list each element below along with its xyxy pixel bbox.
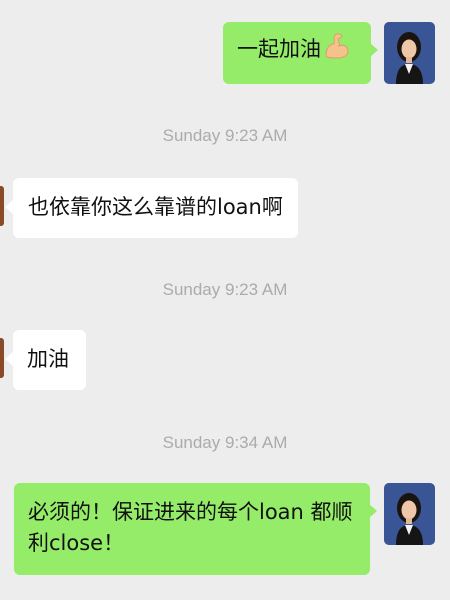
message-text: 也依靠你这么靠谱的loan啊 bbox=[28, 195, 283, 219]
flexed-biceps-icon bbox=[323, 32, 351, 68]
message-timestamp: Sunday 9:34 AM bbox=[162, 433, 288, 452]
message-timestamp: Sunday 9:23 AM bbox=[162, 126, 288, 145]
bubble-tail bbox=[369, 504, 377, 518]
sender-avatar-edge bbox=[0, 186, 4, 226]
avatar[interactable] bbox=[384, 22, 435, 84]
chat-view: 一起加油 Sunday 9:23 AM 也依靠你这么靠谱的loan啊 Sunda… bbox=[0, 0, 450, 600]
incoming-message-bubble[interactable]: 也依靠你这么靠谱的loan啊 bbox=[13, 178, 298, 238]
message-text: 一起加油 bbox=[237, 37, 321, 61]
message-text: 加油 bbox=[27, 347, 69, 371]
message-timestamp: Sunday 9:23 AM bbox=[162, 280, 288, 299]
bubble-tail bbox=[5, 352, 13, 366]
avatar[interactable] bbox=[384, 483, 435, 545]
outgoing-message-bubble[interactable]: 必须的！保证进来的每个loan 都顺 利close！ bbox=[14, 483, 370, 575]
bubble-tail bbox=[5, 200, 13, 214]
bubble-tail bbox=[370, 43, 378, 57]
message-text-line: 必须的！保证进来的每个loan 都顺 bbox=[28, 500, 353, 524]
sender-avatar-edge bbox=[0, 338, 4, 378]
message-text-line: 利close！ bbox=[28, 531, 125, 555]
incoming-message-bubble[interactable]: 加油 bbox=[13, 330, 86, 390]
outgoing-message-bubble[interactable]: 一起加油 bbox=[223, 22, 371, 84]
